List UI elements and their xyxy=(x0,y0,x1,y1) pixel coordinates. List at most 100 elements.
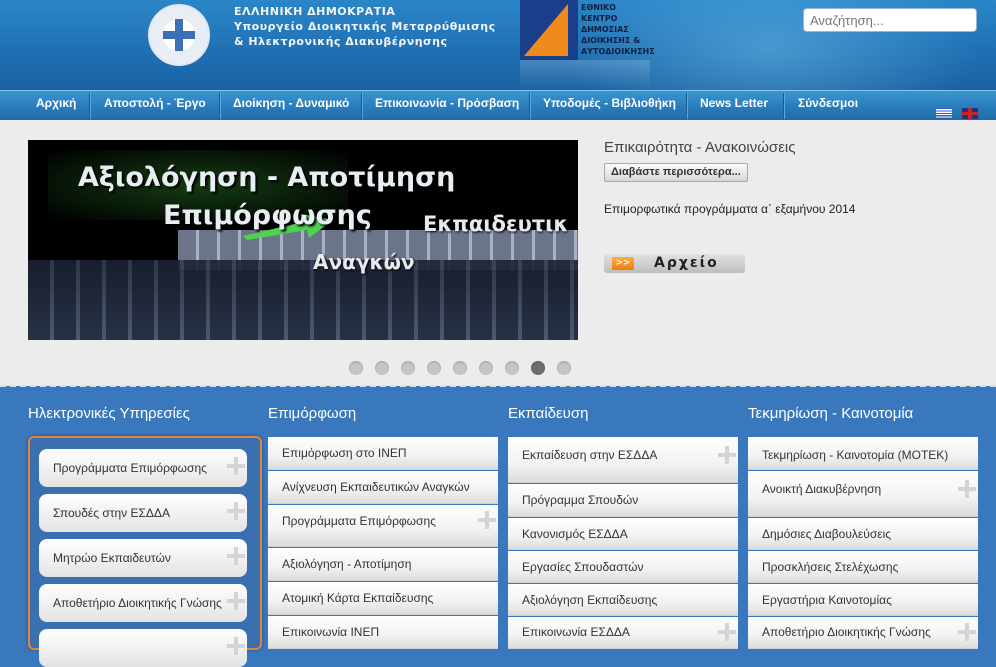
news-title: Επικαιρότητα - Ανακοινώσεις xyxy=(604,139,796,156)
service-item[interactable]: Μητρώο Εκπαιδευτών xyxy=(39,539,247,577)
archive-label: Αρχείο xyxy=(654,255,719,271)
slider-dot[interactable] xyxy=(375,361,389,375)
nav-infrastructure[interactable]: Υποδομές - Βιβλιοθήκη xyxy=(543,91,676,121)
innovation-item[interactable]: Ανοικτή Διακυβέρνηση xyxy=(748,471,978,517)
double-arrow-icon: >> xyxy=(612,257,634,270)
education-item[interactable]: Εκπαίδευση στην ΕΣΔΔΑ xyxy=(508,437,738,483)
education-item[interactable]: Επικοινωνία ΕΣΔΔΑ xyxy=(508,617,738,649)
innovation-item[interactable]: Τεκμηρίωση - Καινοτομία (ΜΟΤΕΚ) xyxy=(748,437,978,470)
slider-dot[interactable] xyxy=(427,361,441,375)
uk-flag-icon[interactable] xyxy=(962,108,978,119)
ministry-line-2: Υπουργείο Διοικητικής Μεταρρύθμισης xyxy=(234,20,496,33)
education-label: Αξιολόγηση Εκπαίδευσης xyxy=(522,593,658,607)
nav-home[interactable]: Αρχική xyxy=(36,91,76,121)
innovation-item[interactable]: Δημόσιες Διαβουλεύσεις xyxy=(748,518,978,550)
slide-text-1: Αξιολόγηση - Αποτίμηση xyxy=(78,162,456,193)
innovation-label: Ανοικτή Διακυβέρνηση xyxy=(762,482,882,496)
training-item[interactable]: Επιμόρφωση στο ΙΝΕΠ xyxy=(268,437,498,470)
logo-reflection xyxy=(520,60,650,90)
service-item[interactable]: Προγράμματα Επιμόρφωσης xyxy=(39,449,247,487)
news-item-link[interactable]: Επιμορφωτικά προγράμματα α΄ εξαμήνου 201… xyxy=(604,202,855,216)
image-slider[interactable]: Εκπαιδευτικ Αναγκών Αξιολόγηση - Αποτίμη… xyxy=(28,140,578,340)
education-label: Κανονισμός ΕΣΔΔΑ xyxy=(522,527,628,541)
education-item[interactable]: Κανονισμός ΕΣΔΔΑ xyxy=(508,518,738,550)
education-label: Εκπαίδευση στην ΕΣΔΔΑ xyxy=(522,448,658,462)
slide-text-2: Επιμόρφωσης xyxy=(163,200,372,231)
ekdda-line: ΚΕΝΤΡΟ xyxy=(581,14,618,23)
training-item[interactable]: Αξιολόγηση - Αποτίμηση xyxy=(268,548,498,581)
slider-dot[interactable] xyxy=(401,361,415,375)
training-label: Ατομική Κάρτα Εκπαίδευσης xyxy=(282,591,434,605)
nav-separator xyxy=(89,93,90,119)
search-input[interactable] xyxy=(803,8,977,32)
plus-icon xyxy=(227,547,245,565)
site-header: ΕΛΛΗΝΙΚΗ ΔΗΜΟΚΡΑΤΙΑ Υπουργείο Διοικητική… xyxy=(0,0,996,90)
plus-icon xyxy=(718,446,736,464)
slider-dot[interactable] xyxy=(349,361,363,375)
innovation-label: Προσκλήσεις Στελέχωσης xyxy=(762,560,899,574)
services-title: Ηλεκτρονικές Υπηρεσίες xyxy=(28,405,190,422)
greek-flag-icon[interactable] xyxy=(936,108,952,119)
section-divider xyxy=(0,385,996,387)
slider-dot[interactable] xyxy=(505,361,519,375)
plus-icon xyxy=(478,511,496,529)
education-title: Εκπαίδευση xyxy=(508,405,589,422)
training-item[interactable]: Ατομική Κάρτα Εκπαίδευσης xyxy=(268,582,498,615)
innovation-label: Δημόσιες Διαβουλεύσεις xyxy=(762,527,892,541)
plus-icon xyxy=(958,623,976,641)
service-item[interactable]: Αποθετήριο Διοικητικής Γνώσης xyxy=(39,584,247,622)
nav-contact[interactable]: Επικοινωνία - Πρόσβαση xyxy=(375,91,519,121)
education-item[interactable]: Εργασίες Σπουδαστών xyxy=(508,551,738,583)
plus-icon xyxy=(227,457,245,475)
nav-separator xyxy=(219,93,220,119)
training-item[interactable]: Ανίχνευση Εκπαιδευτικών Αναγκών xyxy=(268,471,498,504)
service-item[interactable] xyxy=(39,629,247,667)
education-label: Εργασίες Σπουδαστών xyxy=(522,560,644,574)
training-label: Επιμόρφωση στο ΙΝΕΠ xyxy=(282,446,407,460)
slide-keyboard-image xyxy=(28,260,578,340)
ekdda-logo-text: ΕΘΝΙΚΟ ΚΕΝΤΡΟ ΔΗΜΟΣΙΑΣ ΔΙΟΙΚΗΣΗΣ & ΑΥΤΟΔ… xyxy=(581,2,655,57)
innovation-item[interactable]: Προσκλήσεις Στελέχωσης xyxy=(748,551,978,583)
service-item[interactable]: Σπουδές στην ΕΣΔΔΑ xyxy=(39,494,247,532)
innovation-label: Εργαστήρια Καινοτομίας xyxy=(762,593,892,607)
slider-dot[interactable] xyxy=(453,361,467,375)
innovation-label: Τεκμηρίωση - Καινοτομία (ΜΟΤΕΚ) xyxy=(762,448,949,462)
plus-icon xyxy=(227,592,245,610)
slider-dot[interactable] xyxy=(479,361,493,375)
archive-button[interactable]: >> Αρχείο xyxy=(604,254,745,273)
training-title: Επιμόρφωση xyxy=(268,405,357,422)
ministry-line-1: ΕΛΛΗΝΙΚΗ ΔΗΜΟΚΡΑΤΙΑ xyxy=(234,5,396,18)
training-label: Προγράμματα Επιμόρφωσης xyxy=(282,514,436,528)
ekdda-logo[interactable] xyxy=(520,0,578,60)
ministry-name[interactable]: ΕΛΛΗΝΙΚΗ ΔΗΜΟΚΡΑΤΙΑ Υπουργείο Διοικητική… xyxy=(234,4,496,49)
nav-links[interactable]: Σύνδεσμοι xyxy=(798,91,858,121)
slider-dot[interactable] xyxy=(531,361,545,375)
nav-newsletter[interactable]: News Letter xyxy=(700,91,768,121)
nav-separator xyxy=(529,93,530,119)
training-label: Ανίχνευση Εκπαιδευτικών Αναγκών xyxy=(282,480,470,494)
nav-administration[interactable]: Διοίκηση - Δυναμικό xyxy=(233,91,349,121)
nav-mission[interactable]: Αποστολή - Έργο xyxy=(104,91,206,121)
nav-separator xyxy=(783,93,784,119)
service-label: Αποθετήριο Διοικητικής Γνώσης xyxy=(53,596,222,610)
training-label: Αξιολόγηση - Αποτίμηση xyxy=(282,557,412,571)
education-item[interactable]: Πρόγραμμα Σπουδών xyxy=(508,484,738,517)
education-item[interactable]: Αξιολόγηση Εκπαίδευσης xyxy=(508,584,738,616)
ekdda-line: ΕΘΝΙΚΟ xyxy=(581,3,616,12)
training-item[interactable]: Επικοινωνία ΙΝΕΠ xyxy=(268,616,498,649)
innovation-title: Τεκμηρίωση - Καινοτομία xyxy=(748,405,914,422)
innovation-item[interactable]: Εργαστήρια Καινοτομίας xyxy=(748,584,978,616)
read-more-button[interactable]: Διαβάστε περισσότερα... xyxy=(604,163,748,182)
nav-separator xyxy=(686,93,687,119)
service-label: Προγράμματα Επιμόρφωσης xyxy=(53,461,207,475)
innovation-item[interactable]: Αποθετήριο Διοικητικής Γνώσης xyxy=(748,617,978,649)
slide-text-4: Αναγκών xyxy=(313,250,415,274)
training-item[interactable]: Προγράμματα Επιμόρφωσης xyxy=(268,505,498,547)
service-label: Σπουδές στην ΕΣΔΔΑ xyxy=(53,506,170,520)
greek-emblem-logo[interactable] xyxy=(148,4,210,66)
slide-text-3: Εκπαιδευτικ xyxy=(423,212,569,236)
plus-icon xyxy=(718,623,736,641)
plus-icon xyxy=(958,480,976,498)
slider-dot[interactable] xyxy=(557,361,571,375)
plus-icon xyxy=(227,502,245,520)
